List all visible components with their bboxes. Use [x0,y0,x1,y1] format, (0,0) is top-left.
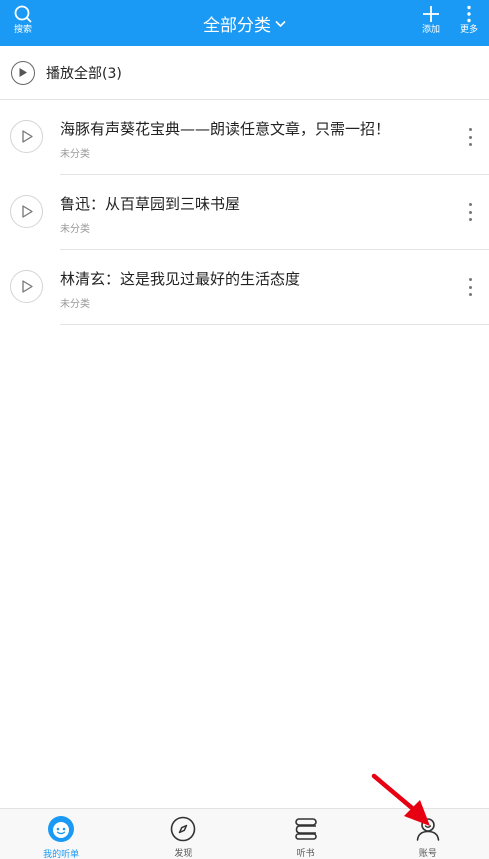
divider [60,324,489,325]
top-bar: 搜索 全部分类 添加 更多 [0,0,489,46]
play-icon [11,60,35,85]
annotation-arrow-icon [371,773,430,826]
smiley-icon [47,815,75,843]
more-button[interactable]: 更多 [456,4,482,36]
more-vertical-icon[interactable] [465,278,475,296]
page-title: 全部分类 [203,15,271,36]
more-vertical-icon[interactable] [465,203,475,221]
add-label: 添加 [421,25,440,35]
track-category: 未分类 [60,224,90,235]
track-list: 海豚有声葵花宝典——朗读任意文章，只需一招！ 未分类 鲁迅：从百草园到三味书屋 … [0,100,489,325]
track-row[interactable]: 鲁迅：从百草园到三味书屋 未分类 [0,175,489,250]
search-icon [14,5,32,23]
play-icon[interactable] [10,120,43,153]
track-category: 未分类 [60,149,90,160]
tab-discover[interactable]: 发现 [122,809,244,859]
compass-icon [169,815,197,842]
play-icon[interactable] [10,270,43,303]
track-row[interactable]: 林清玄：这是我见过最好的生活态度 未分类 [0,250,489,325]
track-category: 未分类 [60,299,90,310]
search-label: 搜索 [13,25,32,35]
play-all-label: 播放全部(3) [46,65,122,82]
tab-audiobook[interactable]: 听书 [245,809,367,859]
chevron-down-icon [275,20,286,28]
track-row[interactable]: 海豚有声葵花宝典——朗读任意文章，只需一招！ 未分类 [0,100,489,175]
plus-icon [423,6,439,22]
more-label: 更多 [459,25,478,35]
book-icon [292,815,320,842]
tab-label: 听书 [296,849,315,859]
track-title: 鲁迅：从百草园到三味书屋 [60,195,241,213]
tab-my-list[interactable]: 我的听单 [0,809,122,859]
track-title: 海豚有声葵花宝典——朗读任意文章，只需一招！ [60,120,391,138]
track-title: 林清玄：这是我见过最好的生活态度 [60,270,301,288]
search-button[interactable]: 搜索 [10,4,36,36]
more-vertical-icon[interactable] [465,128,475,146]
category-dropdown[interactable]: 全部分类 [203,11,286,36]
more-vertical-icon [467,5,471,23]
tab-label: 发现 [174,849,193,859]
tab-label: 账号 [418,849,437,859]
tab-label: 我的听单 [43,850,80,859]
play-all-button[interactable]: 播放全部(3) [0,46,489,100]
add-button[interactable]: 添加 [418,4,444,36]
play-icon[interactable] [10,195,43,228]
